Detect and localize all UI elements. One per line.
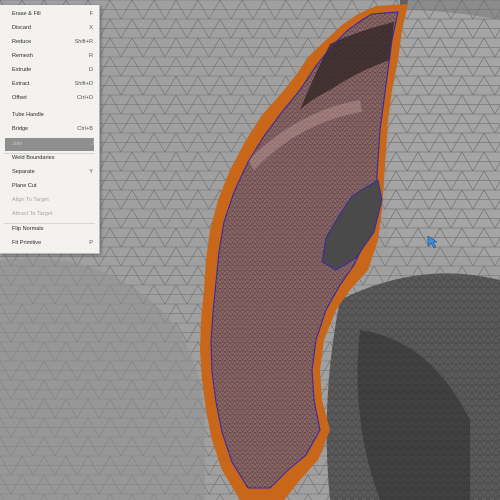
menu-item-fit-primitive[interactable]: Fit Primitive P xyxy=(0,237,99,250)
menu-item-label: Erase & Fill xyxy=(12,11,41,17)
menu-item-separate[interactable]: Separate Y xyxy=(0,166,99,179)
menu-item-shortcut: F xyxy=(89,11,93,17)
menu-item-attract-to-target: Attract To Target xyxy=(0,208,99,221)
edit-context-menu: Erase & Fill F Discard X Reduce Shift+R Rem… xyxy=(0,5,100,254)
menu-item-label: Bridge xyxy=(12,126,29,132)
menu-item-shortcut: Ctrl+B xyxy=(77,126,93,132)
menu-item-offset[interactable]: Offset Ctrl+D xyxy=(0,92,99,105)
menu-item-label: Tube Handle xyxy=(12,112,44,118)
menu-item-discard[interactable]: Discard X xyxy=(0,22,99,35)
menu-item-align-to-target: Align To Target xyxy=(0,194,99,207)
menu-item-bridge[interactable]: Bridge Ctrl+B xyxy=(0,123,99,136)
menu-item-extrude[interactable]: Extrude D xyxy=(0,64,99,77)
menu-item-shortcut: Y xyxy=(89,169,93,175)
menu-item-label: Join xyxy=(12,141,23,147)
menu-item-label: Fit Primitive xyxy=(12,240,42,246)
menu-item-weld-boundaries[interactable]: Weld Boundaries xyxy=(0,152,99,165)
menu-item-label: Discard xyxy=(12,25,31,31)
menu-item-shortcut: Shift+D xyxy=(74,81,94,87)
menu-item-label: Remesh xyxy=(12,53,33,59)
menu-item-label: Reduce xyxy=(12,39,32,45)
menu-item-label: Offset xyxy=(12,95,27,101)
menu-item-shortcut: D xyxy=(88,67,93,73)
menu-item-label: Extract xyxy=(12,81,30,87)
menu-item-extract[interactable]: Extract Shift+D xyxy=(0,78,99,91)
menu-item-remesh[interactable]: Remesh R xyxy=(0,50,99,63)
menu-item-shortcut: R xyxy=(88,53,93,59)
menu-item-label: Attract To Target xyxy=(12,211,53,217)
menu-item-label: Extrude xyxy=(12,67,32,73)
menu-item-label: Plane Cut xyxy=(12,183,37,189)
menu-item-erase-fill[interactable]: Erase & Fill F xyxy=(0,8,99,21)
menu-item-join[interactable]: Join J xyxy=(5,138,94,151)
menu-item-shortcut: J xyxy=(91,141,94,147)
menu-item-reduce[interactable]: Reduce Shift+R xyxy=(0,36,99,49)
menu-item-plane-cut[interactable]: Plane Cut xyxy=(0,180,99,193)
menu-item-tube-handle[interactable]: Tube Handle xyxy=(0,109,99,122)
menu-item-label: Flip Normals xyxy=(12,226,44,232)
menu-item-label: Separate xyxy=(12,169,35,175)
menu-item-shortcut: P xyxy=(89,240,93,246)
menu-item-flip-normals[interactable]: Flip Normals xyxy=(0,223,99,236)
menu-item-shortcut: Ctrl+D xyxy=(76,95,93,101)
menu-item-shortcut: Shift+R xyxy=(74,39,94,45)
menu-item-label: Align To Target xyxy=(12,197,49,203)
menu-item-shortcut: X xyxy=(89,25,93,31)
menu-item-label: Weld Boundaries xyxy=(12,155,55,161)
